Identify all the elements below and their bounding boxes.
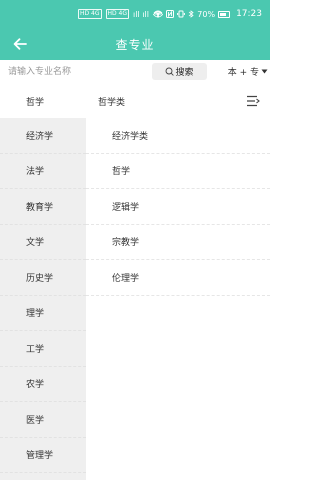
search-input[interactable] <box>8 63 148 81</box>
breadcrumb: 哲学 哲学类 <box>0 84 270 118</box>
clock: 17:23 <box>236 9 262 19</box>
sidebar-item-economics[interactable]: 经济学 <box>0 118 86 154</box>
sidebar-item-literature[interactable]: 文学 <box>0 225 86 260</box>
level-select[interactable]: 本 + 专 <box>228 63 268 80</box>
network-chip: HD 4G <box>78 9 102 19</box>
eye-icon <box>153 11 164 17</box>
sidebar-item-medicine[interactable]: 医学 <box>0 402 86 438</box>
sidebar-item-law[interactable]: 法学 <box>0 154 86 189</box>
caret-down-icon <box>261 69 268 74</box>
category-sidebar: 经济学 法学 教育学 文学 历史学 理学 工学 农学 医学 管理学 <box>0 118 86 480</box>
status-right: 70% 17:23 <box>153 9 262 19</box>
list-item[interactable]: 宗教学 <box>86 225 270 260</box>
list-item[interactable]: 伦理学 <box>86 260 270 296</box>
battery-icon <box>218 10 231 18</box>
sidebar-item-history[interactable]: 历史学 <box>0 260 86 296</box>
search-button-label: 搜索 <box>175 68 194 78</box>
battery-percent: 70% <box>197 9 216 19</box>
breadcrumb-subcategory: 哲学类 <box>98 97 126 108</box>
sidebar-item-engineering[interactable]: 工学 <box>0 331 86 367</box>
list-item[interactable]: 哲学 <box>86 154 270 189</box>
menu-icon[interactable] <box>246 95 260 107</box>
header-bar: HD 4G HD 4G ıll ıll 70% 17:23 查专业 <box>0 0 270 60</box>
sidebar-item-management[interactable]: 管理学 <box>0 438 86 473</box>
search-icon <box>166 67 175 76</box>
signal-icon: ıll ıll <box>133 9 149 19</box>
search-button[interactable]: 搜索 <box>152 63 207 80</box>
bluetooth-icon <box>189 10 194 18</box>
page-title: 查专业 <box>115 38 155 52</box>
breadcrumb-category: 哲学 <box>26 97 45 108</box>
vibrate-icon <box>177 10 186 18</box>
list-item[interactable]: 逻辑学 <box>86 189 270 225</box>
nfc-icon <box>166 10 175 18</box>
level-select-value: 本 + 专 <box>227 68 259 78</box>
sidebar-item-education[interactable]: 教育学 <box>0 189 86 225</box>
sidebar-item-science[interactable]: 理学 <box>0 296 86 331</box>
search-row: 搜索 本 + 专 <box>0 60 270 84</box>
status-bar: HD 4G HD 4G ıll ıll 70% 17:23 <box>0 0 270 28</box>
nav-bar: 查专业 <box>0 28 270 60</box>
list-item[interactable]: 经济学类 <box>86 118 270 154</box>
status-left: HD 4G HD 4G ıll ıll <box>78 9 163 19</box>
major-list: 经济学类 哲学 逻辑学 宗教学 伦理学 <box>86 118 270 480</box>
network-chip: HD 4G <box>105 9 130 19</box>
sidebar-item-agriculture[interactable]: 农学 <box>0 367 86 402</box>
